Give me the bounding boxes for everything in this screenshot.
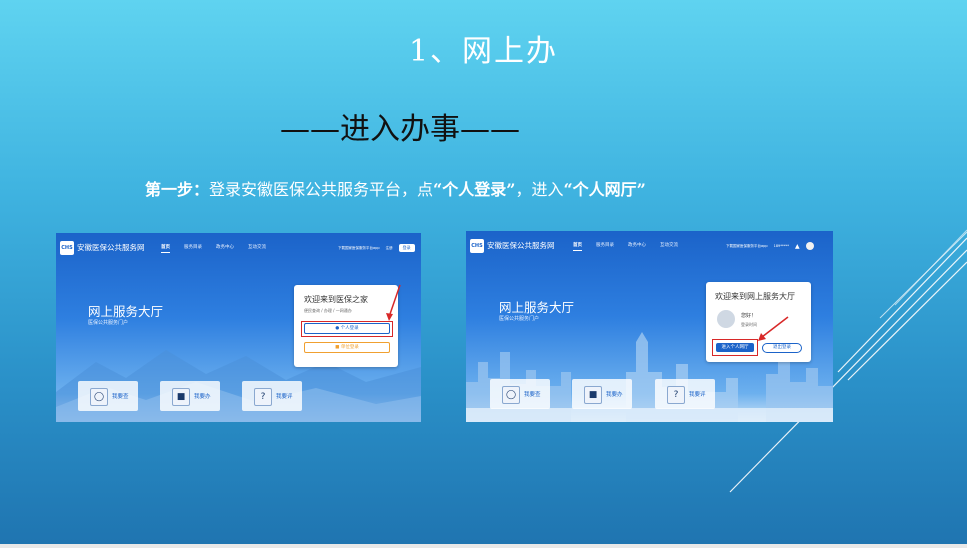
top-nav: CHS 安徽医保公共服务网 首页 服务目录 政务中心 互动交流 下载国家医保服务…: [466, 231, 833, 265]
hall-subtitle: 医保公共服务门户: [499, 316, 540, 322]
nav-service-catalog[interactable]: 服务目录: [184, 244, 202, 253]
service-handle-label: 我要办: [606, 392, 623, 398]
question-doc-icon: ?: [667, 386, 685, 404]
search-doc-icon: ◯: [502, 386, 520, 404]
app-download-link[interactable]: 下载国家医保服务平台app: [338, 246, 380, 251]
slide-title: 1、网上办: [408, 34, 559, 69]
service-query[interactable]: ◯ 我要查: [78, 381, 138, 411]
bell-icon[interactable]: ▲: [795, 243, 800, 250]
greeting-sub: 登录时间: [741, 322, 757, 327]
logout-button[interactable]: 退出登录: [762, 343, 802, 353]
nav-interaction[interactable]: 互动交流: [660, 242, 678, 251]
step-highlight-1: “个人登录”: [433, 180, 516, 199]
step-label: 第一步：: [145, 180, 210, 199]
hall-subtitle: 医保公共服务门户: [88, 320, 129, 326]
card-subtitle: 便民查询 / 办理 / 一网通办: [304, 308, 352, 313]
nav-right: 下载国家医保服务平台app 189***** ▲: [726, 242, 814, 250]
red-arrow-icon: [758, 316, 789, 341]
nav-service-catalog[interactable]: 服务目录: [596, 242, 614, 251]
unit-login-button[interactable]: ■ 单位登录: [304, 342, 390, 353]
step-instruction: 第一步：登录安徽医保公共服务平台，点“个人登录”，进入“个人网厅”: [145, 176, 646, 200]
site-name: 安徽医保公共服务网: [487, 241, 555, 250]
question-doc-icon: ?: [254, 388, 272, 406]
nav-home[interactable]: 首页: [573, 242, 582, 251]
step-highlight-2: “个人网厅”: [563, 180, 646, 199]
hall-title: 网上服务大厅: [88, 304, 164, 319]
card-title: 欢迎来到网上服务大厅: [715, 292, 795, 301]
service-evaluate[interactable]: ? 我要评: [655, 379, 715, 409]
avatar[interactable]: [805, 242, 814, 250]
service-handle[interactable]: ■ 我要办: [572, 379, 632, 409]
service-evaluate-label: 我要评: [276, 394, 293, 400]
chs-logo: CHS: [60, 241, 74, 255]
search-doc-icon: ◯: [90, 388, 108, 406]
hall-title: 网上服务大厅: [499, 300, 575, 315]
nav-interaction[interactable]: 互动交流: [248, 244, 266, 253]
greeting: 您好！: [741, 313, 757, 319]
step-text-1: 登录安徽医保公共服务平台，点: [209, 180, 434, 199]
screenshot-logged-in-page: CHS 安徽医保公共服务网 首页 服务目录 政务中心 互动交流 下载国家医保服务…: [466, 231, 833, 422]
highlight-frame: [712, 339, 758, 356]
site-name: 安徽医保公共服务网: [77, 243, 145, 252]
service-query[interactable]: ◯ 我要查: [490, 379, 550, 409]
service-query-label: 我要查: [524, 392, 541, 398]
service-handle-label: 我要办: [194, 394, 211, 400]
slide-subtitle: ——进入办事——: [280, 112, 520, 147]
nav-home[interactable]: 首页: [161, 244, 170, 253]
card-title: 欢迎来到医保之家: [304, 295, 368, 304]
user-avatar: [717, 310, 735, 328]
main-nav: 首页 服务目录 政务中心 互动交流: [161, 244, 266, 253]
unit-login-label: 单位登录: [340, 345, 359, 350]
app-download-link[interactable]: 下载国家医保服务平台app: [726, 244, 768, 249]
nav-right: 下载国家医保服务平台app 注册 登录: [338, 244, 415, 252]
chs-logo: CHS: [470, 239, 484, 253]
top-nav: CHS 安徽医保公共服务网 首页 服务目录 政务中心 互动交流 下载国家医保服务…: [56, 233, 421, 267]
highlight-frame: [301, 321, 393, 337]
service-evaluate-label: 我要评: [689, 392, 706, 398]
bottom-bar: [0, 544, 967, 548]
service-handle[interactable]: ■ 我要办: [160, 381, 220, 411]
screenshot-login-page: CHS 安徽医保公共服务网 首页 服务目录 政务中心 互动交流 下载国家医保服务…: [56, 233, 421, 422]
service-query-label: 我要查: [112, 394, 129, 400]
slide: 1、网上办 ——进入办事—— 第一步：登录安徽医保公共服务平台，点“个人登录”，…: [0, 0, 967, 548]
service-evaluate[interactable]: ? 我要评: [242, 381, 302, 411]
user-phone[interactable]: 189*****: [774, 244, 789, 248]
step-text-2: ，进入: [515, 180, 564, 199]
person-doc-icon: ■: [172, 388, 190, 406]
red-arrow-icon: [386, 284, 401, 321]
main-nav: 首页 服务目录 政务中心 互动交流: [573, 242, 678, 251]
top-login-button[interactable]: 登录: [398, 244, 415, 252]
person-doc-icon: ■: [584, 386, 602, 404]
nav-gov-center[interactable]: 政务中心: [216, 244, 234, 253]
nav-gov-center[interactable]: 政务中心: [628, 242, 646, 251]
register-link[interactable]: 注册: [386, 246, 393, 251]
